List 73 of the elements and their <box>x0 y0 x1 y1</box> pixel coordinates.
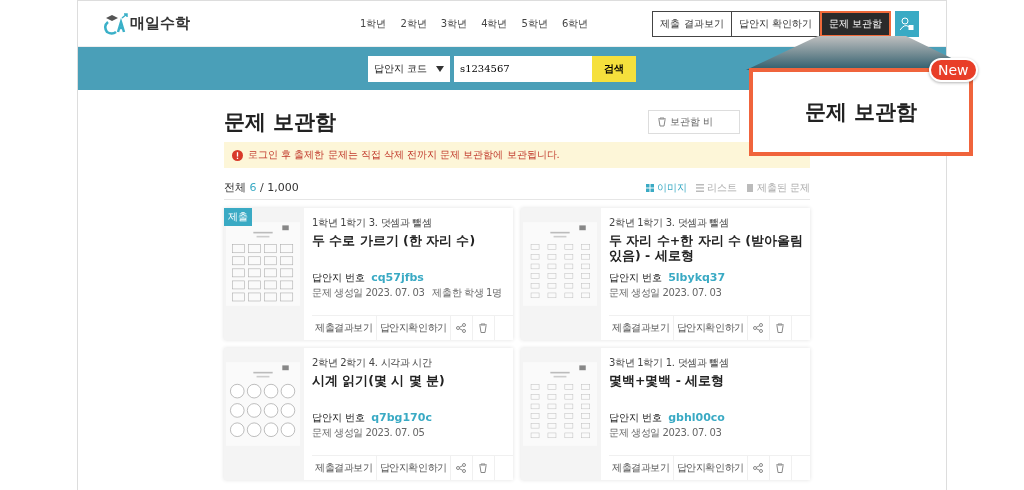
answer-code: 5lbykq37 <box>668 271 726 284</box>
trash-icon <box>478 323 489 333</box>
submission-count: 제출한 학생 1명 <box>432 286 502 300</box>
trash-icon <box>775 323 786 333</box>
unit-label: 2학년 2학기 4. 시각과 시간 <box>312 356 433 370</box>
delete-button[interactable] <box>472 316 495 340</box>
share-button[interactable] <box>450 456 473 480</box>
header-button[interactable]: 제출 결과보기 <box>652 10 732 37</box>
card-action-button[interactable]: 제출결과보기 <box>609 316 674 340</box>
user-button[interactable] <box>895 10 919 37</box>
share-icon <box>753 463 764 473</box>
share-icon <box>753 323 764 333</box>
answer-code: gbhl00co <box>668 411 725 424</box>
answer-code: q7bg170c <box>371 411 432 424</box>
share-icon <box>456 463 467 473</box>
created-date: 문제 생성일 2023. 07. 05 <box>312 426 425 440</box>
code-label: 답안지 번호 <box>609 271 663 285</box>
card-action-button[interactable]: 답안지확인하기 <box>673 456 748 480</box>
user-lock-icon <box>900 16 914 31</box>
share-icon <box>456 323 467 333</box>
submitted-badge: 제출 <box>224 208 252 226</box>
item-count: 전체 6 / 1,000 <box>224 180 299 195</box>
grade-link[interactable]: 2학년 <box>400 16 427 31</box>
card-action-button[interactable]: 제출결과보기 <box>312 316 377 340</box>
grid-icon <box>645 183 654 192</box>
share-button[interactable] <box>747 316 770 340</box>
grade-link[interactable]: 4학년 <box>481 16 508 31</box>
list-icon <box>695 183 704 192</box>
card-action-button[interactable]: 답안지확인하기 <box>673 316 748 340</box>
notice-text: 로그인 후 출제한 문제는 직접 삭제 전까지 문제 보관함에 보관됩니다. <box>248 148 560 162</box>
document-icon <box>745 183 754 192</box>
callout-text: 문제 보관함 <box>804 99 918 126</box>
card-action-button[interactable]: 제출결과보기 <box>312 456 377 480</box>
header-button[interactable]: 답안지 확인하기 <box>731 10 820 37</box>
created-date: 문제 생성일 2023. 07. 03 <box>609 426 722 440</box>
caret-icon <box>436 65 444 72</box>
card-action-button[interactable]: 답안지확인하기 <box>376 456 451 480</box>
card-action-button[interactable]: 답안지확인하기 <box>376 316 451 340</box>
alert-icon <box>232 149 243 161</box>
share-button[interactable] <box>450 316 473 340</box>
answer-code: cq57jfbs <box>371 271 424 284</box>
trash-icon <box>657 117 667 127</box>
search-field[interactable]: s1234567 <box>454 55 592 82</box>
created-date: 문제 생성일 2023. 07. 03 <box>312 286 425 300</box>
search-button[interactable]: 검색 <box>592 55 636 82</box>
page-title: 문제 보관함 <box>224 109 337 136</box>
grade-link[interactable]: 6학년 <box>561 16 589 31</box>
worksheet-title: 두 자리 수+한 자리 수 (받아올림 있음) - 세로형 <box>609 233 804 265</box>
unit-label: 2학년 1학기 3. 덧셈과 뺄셈 <box>609 216 730 230</box>
delete-button[interactable] <box>769 456 792 480</box>
new-badge: New <box>929 58 978 82</box>
delete-button[interactable] <box>769 316 792 340</box>
code-label: 답안지 번호 <box>609 411 663 425</box>
worksheet-title: 시계 읽기(몇 시 몇 분) <box>312 373 446 390</box>
delete-button[interactable] <box>472 456 495 480</box>
code-label: 답안지 번호 <box>312 271 366 285</box>
worksheet-title: 두 수로 가르기 (한 자리 수) <box>312 233 477 250</box>
card-action-button[interactable]: 제출결과보기 <box>609 456 674 480</box>
trash-icon <box>478 463 489 473</box>
created-date: 문제 생성일 2023. 07. 03 <box>609 286 722 300</box>
share-button[interactable] <box>747 456 770 480</box>
header-button[interactable]: 문제 보관함 <box>819 10 891 37</box>
clear-button[interactable]: 보관함 비 <box>648 110 740 134</box>
grade-link[interactable]: 1학년 <box>360 16 387 31</box>
unit-label: 1학년 1학기 3. 덧셈과 뺄셈 <box>312 216 433 230</box>
logo-text[interactable]: 매일수학 <box>130 14 190 33</box>
trash-icon <box>775 463 786 473</box>
code-select[interactable]: 답안지 코드 <box>368 55 450 82</box>
worksheet-title: 몇백+몇백 - 세로형 <box>609 373 726 390</box>
grade-link[interactable]: 3학년 <box>440 16 468 31</box>
grade-link[interactable]: 5학년 <box>521 16 548 31</box>
code-label: 답안지 번호 <box>312 411 366 425</box>
unit-label: 3학년 1학기 1. 덧셈과 뺄셈 <box>609 356 730 370</box>
